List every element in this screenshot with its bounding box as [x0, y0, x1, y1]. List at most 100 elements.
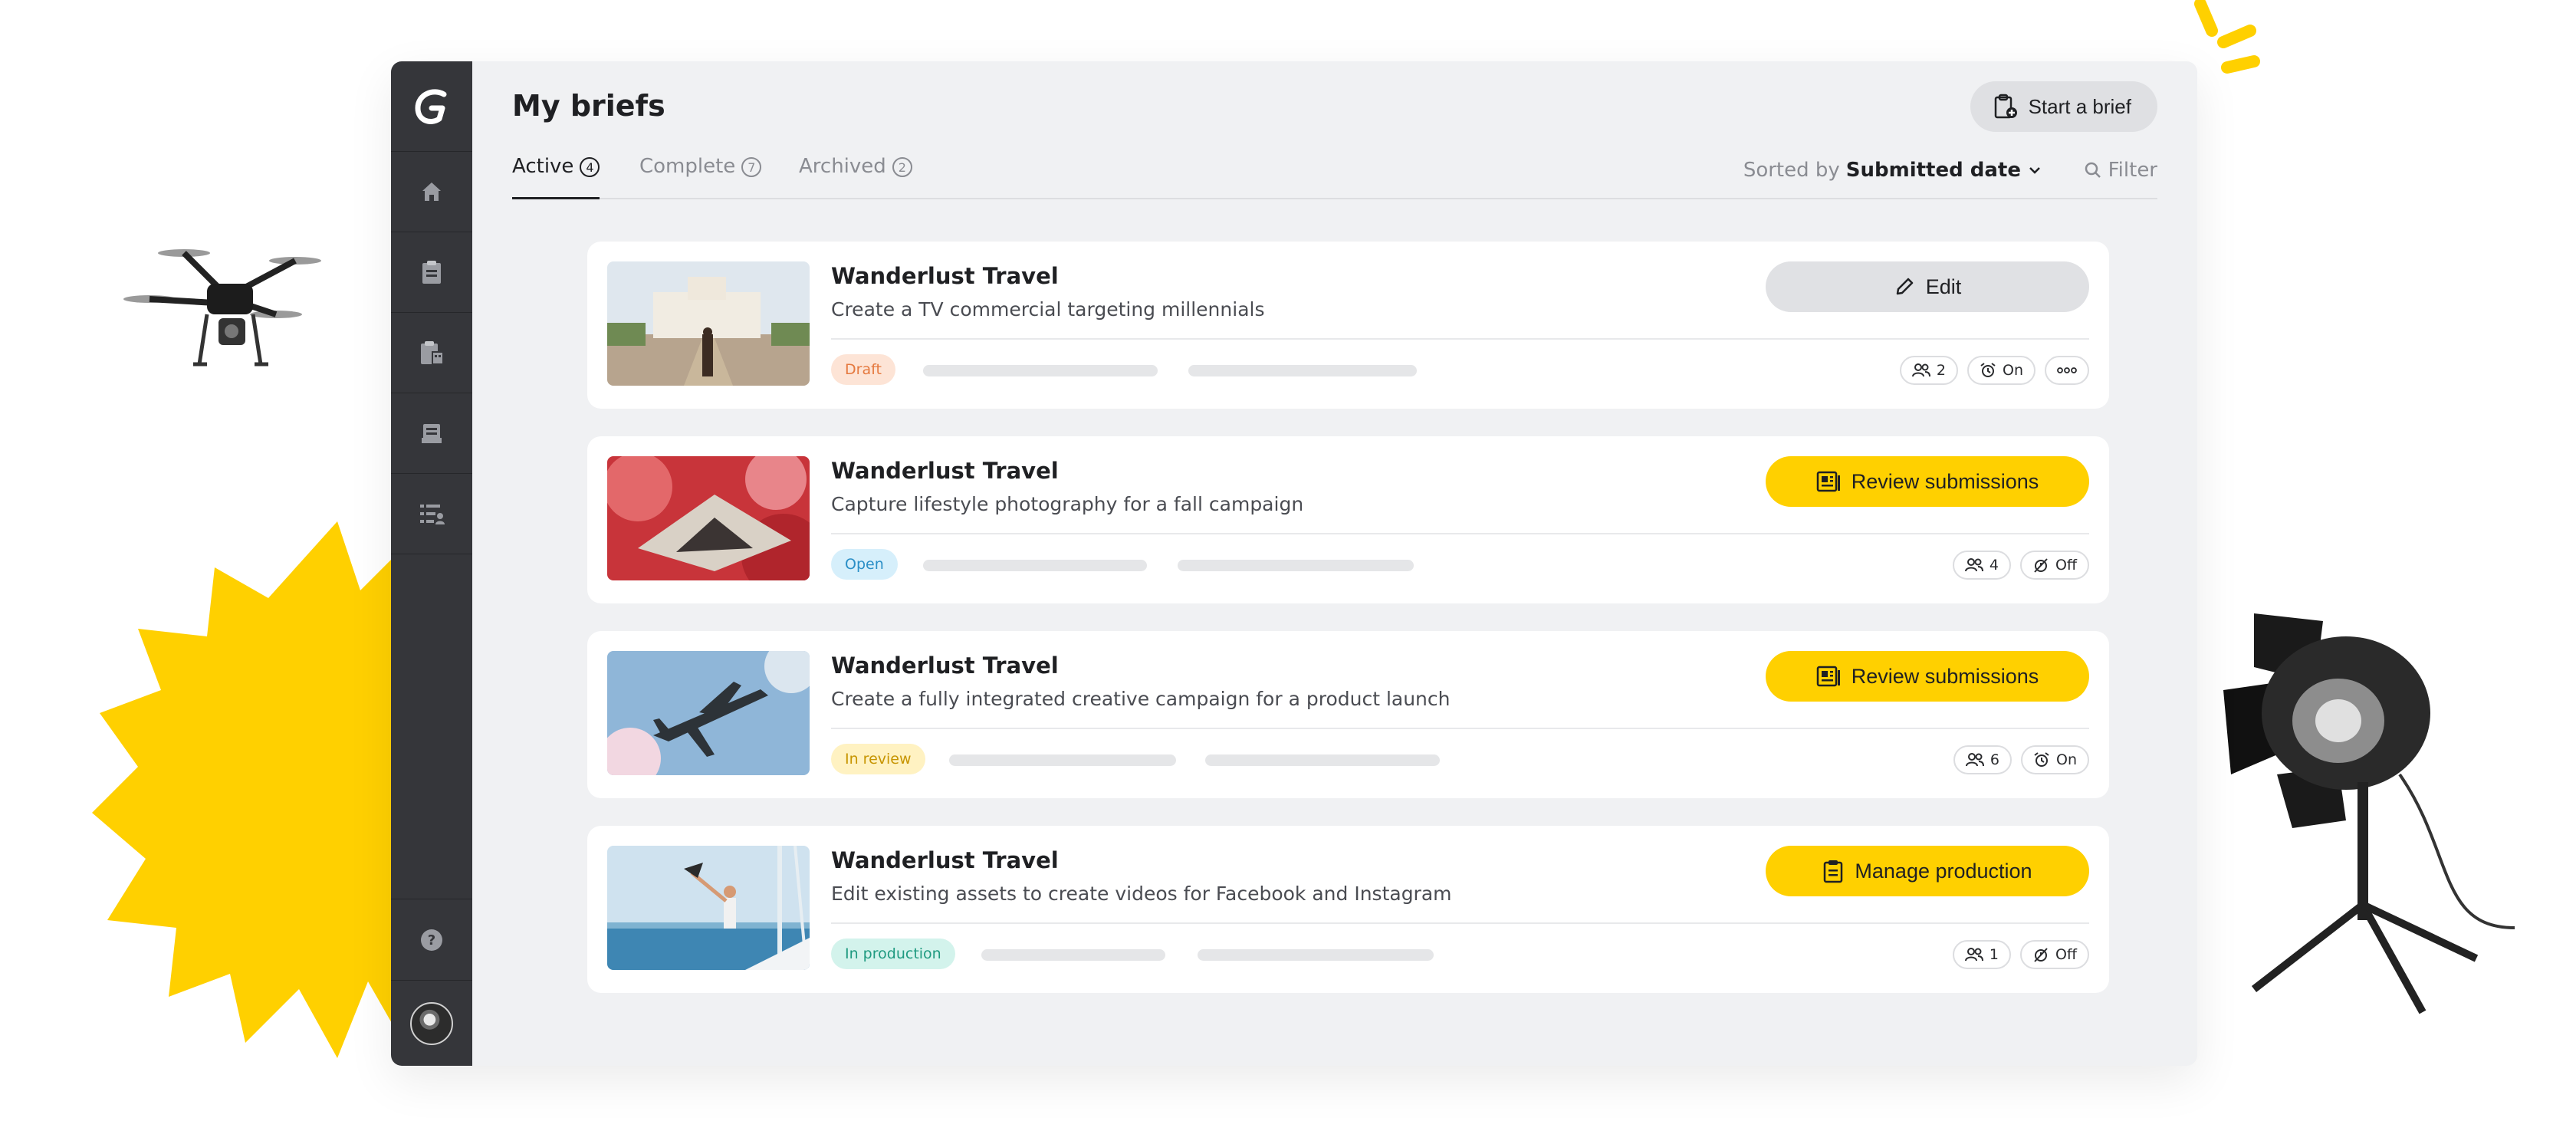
brief-card[interactable]: Wanderlust Travel Edit existing assets t…: [587, 826, 2109, 993]
notifications-chip[interactable]: On: [2021, 745, 2089, 774]
users-icon: [1964, 558, 1983, 572]
users-icon: [1911, 363, 1930, 377]
start-brief-button[interactable]: Start a brief: [1970, 81, 2157, 132]
user-avatar[interactable]: [391, 980, 472, 1066]
inbox-icon: [422, 424, 442, 443]
brief-thumbnail: [607, 846, 810, 970]
more-options-button[interactable]: [2045, 356, 2089, 385]
action-label: Manage production: [1855, 859, 2032, 883]
members-chip[interactable]: 1: [1952, 940, 2011, 969]
spotlight-image: [2223, 613, 2515, 1014]
sort-prefix: Sorted by: [1743, 159, 1840, 182]
notifications-status: On: [2056, 751, 2077, 768]
tab-count: 2: [892, 157, 912, 177]
placeholder-bar: [923, 560, 1147, 571]
sidebar-item-company-briefs[interactable]: [391, 313, 472, 393]
svg-text:?: ?: [428, 932, 435, 948]
status-badge: In review: [831, 744, 925, 774]
review-icon: [1816, 471, 1840, 492]
placeholder-bar: [949, 754, 1176, 766]
notifications-status: Off: [2055, 557, 2077, 574]
notifications-chip[interactable]: Off: [2019, 940, 2089, 969]
checklist-user-icon: [420, 505, 445, 524]
placeholder-bar: [1205, 754, 1440, 766]
action-label: Edit: [1925, 274, 1962, 298]
tab-label: Active: [512, 155, 574, 178]
status-tabs: Active 4 Complete 7 Archived 2 Sorted by…: [512, 155, 2157, 199]
brief-card[interactable]: Wanderlust Travel Create a fully integra…: [587, 631, 2109, 798]
edit-button[interactable]: Edit: [1766, 261, 2089, 312]
members-chip[interactable]: 4: [1952, 551, 2011, 580]
sort-dropdown[interactable]: Sorted by Submitted date: [1743, 155, 2042, 186]
yellow-starburst-decoration: [92, 521, 422, 1058]
help-button[interactable]: ?: [391, 899, 472, 980]
brief-thumbnail: [607, 456, 810, 580]
members-count: 2: [1936, 362, 1946, 379]
brief-client: Wanderlust Travel: [831, 653, 1059, 679]
sidebar-nav: [391, 152, 472, 554]
avatar: [410, 1001, 453, 1045]
notifications-status: Off: [2055, 946, 2077, 963]
tab-active[interactable]: Active 4: [512, 155, 600, 199]
main-content: My briefs Start a brief Active 4 Complet…: [472, 61, 2197, 1066]
sidebar-item-inbox[interactable]: [391, 393, 472, 474]
members-count: 6: [1990, 751, 1999, 768]
alarm-icon: [1980, 363, 1996, 377]
manage-production-button[interactable]: Manage production: [1766, 846, 2089, 896]
notifications-status: On: [2003, 362, 2023, 379]
filter-button[interactable]: Filter: [2084, 155, 2157, 186]
clipboard-building-icon: [421, 341, 444, 365]
sidebar-item-briefs[interactable]: [391, 232, 472, 313]
divider: [831, 338, 2089, 340]
help-icon: ?: [421, 929, 442, 951]
brief-thumbnail: [607, 651, 810, 775]
sidebar: ?: [391, 61, 472, 1066]
members-count: 4: [1989, 557, 1999, 574]
tab-label: Archived: [799, 155, 886, 178]
chevron-down-icon: [2029, 167, 2040, 174]
tab-label: Complete: [639, 155, 736, 178]
brand-logo-icon: [415, 88, 447, 124]
brief-description: Capture lifestyle photography for a fall…: [831, 493, 1304, 515]
sort-value: Submitted date: [1845, 159, 2021, 182]
tab-count: 4: [580, 157, 600, 177]
search-icon: [2085, 162, 2101, 178]
placeholder-bar: [923, 365, 1158, 376]
page-title: My briefs: [512, 89, 665, 123]
start-brief-label: Start a brief: [2028, 94, 2131, 118]
status-badge: Draft: [831, 354, 895, 385]
tab-complete[interactable]: Complete 7: [639, 155, 762, 199]
brief-client: Wanderlust Travel: [831, 458, 1059, 484]
brief-list: Wanderlust Travel Create a TV commercial…: [587, 242, 2109, 1021]
divider: [831, 922, 2089, 924]
clipboard-add-icon: [1994, 94, 2017, 119]
tab-archived[interactable]: Archived 2: [799, 155, 912, 199]
brief-card[interactable]: Wanderlust Travel Capture lifestyle phot…: [587, 436, 2109, 603]
sidebar-bottom: ?: [391, 899, 472, 1066]
logo[interactable]: [391, 61, 472, 152]
members-count: 1: [1989, 946, 1999, 963]
divider: [831, 533, 2089, 534]
review-submissions-button[interactable]: Review submissions: [1766, 456, 2089, 507]
brief-meta: 2 On: [1899, 356, 2089, 385]
status-badge: In production: [831, 939, 955, 969]
members-chip[interactable]: 6: [1953, 745, 2012, 774]
members-chip[interactable]: 2: [1899, 356, 1958, 385]
brief-thumbnail: [607, 261, 810, 386]
home-icon: [422, 182, 441, 201]
sidebar-item-tasks[interactable]: [391, 474, 472, 554]
action-label: Review submissions: [1851, 664, 2039, 688]
clipboard-icon: [1824, 860, 1843, 883]
alarm-off-icon: [2034, 948, 2048, 962]
notifications-chip[interactable]: Off: [2019, 551, 2089, 580]
brief-meta: 4 Off: [1952, 551, 2089, 580]
review-submissions-button[interactable]: Review submissions: [1766, 651, 2089, 702]
more-icon: [2057, 367, 2077, 373]
brief-card[interactable]: Wanderlust Travel Create a TV commercial…: [587, 242, 2109, 409]
notifications-chip[interactable]: On: [1967, 356, 2036, 385]
brief-client: Wanderlust Travel: [831, 847, 1059, 873]
sidebar-item-home[interactable]: [391, 152, 472, 232]
alarm-icon: [2034, 752, 2049, 767]
tab-count: 7: [741, 157, 762, 177]
brief-description: Create a fully integrated creative campa…: [831, 688, 1451, 710]
